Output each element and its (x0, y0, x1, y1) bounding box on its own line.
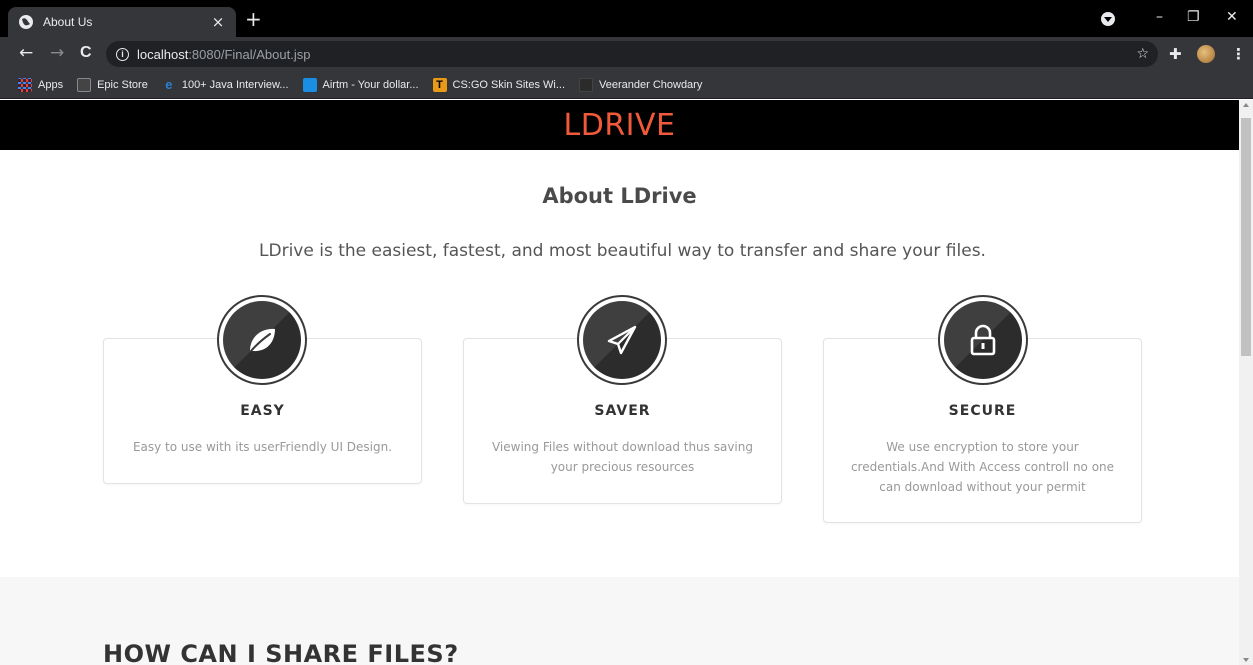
new-tab-button[interactable]: + (245, 9, 262, 29)
bookmark-label: Airtm - Your dollar... (322, 78, 419, 91)
section-heading: HOW CAN I SHARE FILES? (103, 640, 459, 665)
browser-tab-bar: About Us × + – ❐ ✕ (0, 0, 1253, 37)
forward-icon[interactable]: → (50, 44, 64, 62)
bookmark-veerander[interactable]: Veerander Chowdary (579, 77, 703, 92)
page-scrollbar[interactable] (1239, 100, 1253, 665)
scroll-down-arrow-icon[interactable] (1243, 658, 1249, 662)
card-title: EASY (240, 403, 285, 419)
page-viewport: LDRIVE About LDrive LDrive is the easies… (0, 100, 1239, 665)
brand-logo[interactable]: LDRIVE (564, 108, 676, 143)
scroll-up-arrow-icon[interactable] (1243, 103, 1249, 107)
browser-tab[interactable]: About Us × (8, 7, 236, 37)
page-title: About LDrive (542, 184, 697, 208)
profile-menu-icon[interactable] (1101, 12, 1115, 26)
t-icon: T (432, 77, 447, 92)
site-header: LDRIVE (0, 100, 1239, 150)
card-title: SECURE (948, 403, 1017, 419)
bookmark-label: 100+ Java Interview... (181, 78, 289, 91)
lock-icon (938, 295, 1028, 385)
url-path: :8080/Final/About.jsp (188, 46, 311, 62)
close-window-icon[interactable]: ✕ (1226, 9, 1238, 25)
tab-title: About Us (43, 15, 93, 29)
e-icon: e (165, 76, 173, 92)
bookmark-label: Epic Store (97, 78, 148, 91)
airtm-icon (302, 77, 317, 92)
bookmarks-bar: Apps Epic Store e 100+ Java Interview... … (0, 71, 1253, 99)
scroll-thumb[interactable] (1241, 118, 1251, 356)
site-info-icon[interactable]: i (116, 47, 129, 61)
bookmark-java-interview[interactable]: e 100+ Java Interview... (162, 76, 289, 92)
bookmark-csgo[interactable]: T CS:GO Skin Sites Wi... (432, 77, 565, 92)
bookmark-label: Apps (38, 78, 64, 91)
address-bar[interactable]: i localhost:8080/Final/About.jsp (106, 41, 1158, 67)
bookmark-star-icon[interactable]: ☆ (1136, 46, 1149, 62)
globe-icon (18, 14, 34, 30)
browser-toolbar: ← → C i localhost:8080/Final/About.jsp ☆… (0, 37, 1253, 71)
page-subtitle: LDrive is the easiest, fastest, and most… (259, 241, 986, 261)
bookmark-apps[interactable]: Apps (18, 77, 64, 92)
card-text: Viewing Files without download thus savi… (491, 440, 753, 474)
card-text: We use encryption to store your credenti… (850, 440, 1115, 494)
minimize-icon[interactable]: – (1156, 9, 1163, 25)
paper-plane-icon (577, 295, 667, 385)
apps-grid-icon (18, 77, 32, 92)
bookmark-label: Veerander Chowdary (599, 78, 703, 91)
extensions-puzzle-icon[interactable]: ✚ (1169, 45, 1182, 63)
url-host: localhost (137, 46, 189, 62)
close-tab-icon[interactable]: × (208, 13, 228, 31)
card-title: SAVER (594, 403, 651, 419)
bookmark-airtm[interactable]: Airtm - Your dollar... (302, 77, 419, 92)
reload-icon[interactable]: C (80, 44, 92, 62)
avatar[interactable] (1197, 45, 1215, 63)
bookmark-label: CS:GO Skin Sites Wi... (452, 78, 565, 91)
leaf-icon (217, 295, 307, 385)
back-icon[interactable]: ← (19, 44, 33, 62)
menu-kebab-icon[interactable]: ⋮ (1231, 45, 1246, 63)
card-text: Easy to use with its userFriendly UI Des… (132, 440, 393, 454)
bookmark-epic-store[interactable]: Epic Store (77, 77, 148, 92)
epic-store-icon (77, 77, 92, 92)
restore-icon[interactable]: ❐ (1187, 9, 1200, 25)
blank-page-icon (579, 77, 593, 92)
